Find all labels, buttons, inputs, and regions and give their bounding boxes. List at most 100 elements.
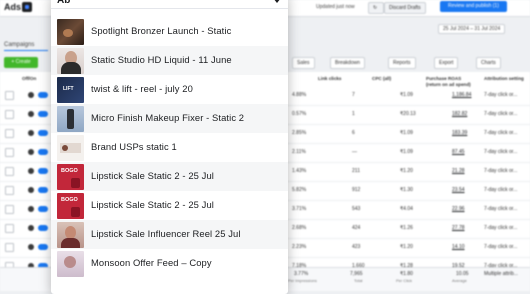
cell-attribution: 7-day click or... <box>484 111 518 117</box>
row-checkbox[interactable] <box>5 205 14 214</box>
ads-brand-label: Ads <box>4 2 22 12</box>
cell-attribution: 7-day click or... <box>484 225 518 231</box>
lift-badge-label: LIFT <box>63 86 74 92</box>
header-attribution[interactable]: Attribution setting <box>484 76 526 82</box>
on-off-toggle[interactable] <box>38 244 48 250</box>
cell-roas[interactable]: 21.28 <box>452 168 465 174</box>
on-off-toggle[interactable] <box>38 206 48 212</box>
ad-thumbnail <box>57 106 84 132</box>
cell-attribution: 7-day click or... <box>484 168 518 174</box>
cell-ctr: 4.88% <box>292 92 307 98</box>
row-checkbox[interactable] <box>5 243 14 252</box>
review-publish-button[interactable]: Review and publish (1) <box>440 1 507 12</box>
cell-link-clicks: 912 <box>352 187 361 193</box>
cell-link-clicks: 7 <box>352 92 355 98</box>
status-dot-icon <box>28 168 34 174</box>
on-off-toggle[interactable] <box>38 187 48 193</box>
dropdown-item-label: Lipstick Sale Influencer Reel 25 Jul <box>91 228 241 239</box>
status-dot-icon <box>28 225 34 231</box>
cell-cpc: ₹4.04 <box>400 206 413 212</box>
cell-link-clicks: 1 <box>352 111 355 117</box>
search-header[interactable]: Ab <box>51 0 288 9</box>
cell-ctr: 1.43% <box>292 168 307 174</box>
cell-roas[interactable]: 22.96 <box>452 206 465 212</box>
tab-campaigns[interactable]: Campaigns <box>4 42 34 48</box>
cell-attribution: 7-day click or... <box>484 187 518 193</box>
date-range-picker[interactable]: 25 Jul 2024 – 31 Jul 2024 <box>438 24 506 34</box>
charts-button[interactable]: Charts <box>476 57 501 69</box>
header-cpc[interactable]: CPC (all) <box>372 76 391 82</box>
cell-link-clicks: — <box>352 149 357 155</box>
cell-roas[interactable]: 23.54 <box>452 187 465 193</box>
cell-ctr: 2.11% <box>292 149 306 155</box>
total-pct-sub: Per Impressions <box>288 278 317 283</box>
dropdown-item[interactable]: Spotlight Bronzer Launch - Static <box>51 17 288 46</box>
ad-thumbnail: LIFT <box>57 77 84 103</box>
account-icon[interactable] <box>22 2 32 12</box>
sales-button[interactable]: Sales <box>292 57 315 69</box>
on-off-toggle[interactable] <box>38 111 48 117</box>
cell-roas[interactable]: 87.45 <box>452 149 465 155</box>
row-checkbox[interactable] <box>5 186 14 195</box>
cell-link-clicks: 423 <box>352 244 361 250</box>
cell-link-clicks: 543 <box>352 206 361 212</box>
row-checkbox[interactable] <box>5 91 14 100</box>
on-off-toggle[interactable] <box>38 225 48 231</box>
dropdown-item-label: Lipstick Sale Static 2 - 25 Jul <box>91 199 214 210</box>
dropdown-item[interactable]: Static Studio HD Liquid - 11 June <box>51 46 288 75</box>
cell-ctr: 3.71% <box>292 206 307 212</box>
status-dot-icon <box>28 92 34 98</box>
cell-link-clicks: 211 <box>352 168 360 174</box>
dropdown-item-label: Static Studio HD Liquid - 11 June <box>91 54 232 65</box>
cell-ctr: 5.82% <box>292 187 307 193</box>
dropdown-item[interactable]: Lipstick Sale Influencer Reel 25 Jul <box>51 220 288 249</box>
bogo-label: BOGO <box>61 197 78 203</box>
dropdown-item[interactable]: Brand USPs static 1 <box>51 133 288 162</box>
dropdown-item[interactable]: BOGO Lipstick Sale Static 2 - 25 Jul <box>51 191 288 220</box>
on-off-toggle[interactable] <box>38 168 48 174</box>
dropdown-item-label: Lipstick Sale Static 2 - 25 Jul <box>91 170 214 181</box>
total-cpc-sub: Per Click <box>396 278 413 283</box>
refresh-icon[interactable]: ↻ <box>368 2 384 14</box>
discard-drafts-button[interactable]: Discard Drafts <box>384 2 426 14</box>
status-dot-icon <box>28 244 34 250</box>
dropdown-item[interactable]: BOGO Lipstick Sale Static 2 - 25 Jul <box>51 162 288 191</box>
cell-roas[interactable]: 27.78 <box>452 225 465 231</box>
row-checkbox[interactable] <box>5 224 14 233</box>
reports-button[interactable]: Reports <box>388 57 416 69</box>
on-off-toggle[interactable] <box>38 92 48 98</box>
create-button[interactable]: + Create <box>4 57 38 68</box>
header-link-clicks[interactable]: Link clicks <box>318 76 342 82</box>
on-off-toggle[interactable] <box>38 149 48 155</box>
status-dot-icon <box>28 130 34 136</box>
row-checkbox[interactable] <box>5 167 14 176</box>
cell-ctr: 2.68% <box>292 225 307 231</box>
cell-roas[interactable]: 1,186.84 <box>452 92 471 98</box>
ad-thumbnail: BOGO <box>57 193 84 219</box>
row-checkbox[interactable] <box>5 148 14 157</box>
cell-cpc: ₹1.20 <box>400 244 413 250</box>
search-query[interactable]: Ab <box>57 0 70 6</box>
ad-thumbnail <box>57 48 84 74</box>
header-off-on[interactable]: Off/On <box>22 76 36 82</box>
active-tab-indicator <box>4 50 48 51</box>
cell-cpc: ₹1.09 <box>400 149 413 155</box>
row-checkbox[interactable] <box>5 129 14 138</box>
row-checkbox[interactable] <box>5 110 14 119</box>
dropdown-item[interactable]: Monsoon Offer Feed – Copy <box>51 249 288 278</box>
dropdown-item[interactable]: Micro Finish Makeup Fixer - Static 2 <box>51 104 288 133</box>
export-button[interactable]: Export <box>434 57 459 69</box>
dropdown-item[interactable]: LIFT twist & lift - reel - july 20 <box>51 75 288 104</box>
cell-attribution: 7-day click or... <box>484 92 518 98</box>
cell-link-clicks: 424 <box>352 225 361 231</box>
cell-roas[interactable]: 183.39 <box>452 130 467 136</box>
breakdown-button[interactable]: Breakdown <box>330 57 366 69</box>
on-off-toggle[interactable] <box>38 130 48 136</box>
update-status: Updated just now <box>316 4 355 10</box>
dropdown-item-label: Brand USPs static 1 <box>91 141 177 152</box>
chevron-down-icon[interactable] <box>273 0 281 3</box>
cell-ctr: 0.57% <box>292 111 307 117</box>
cell-cpc: ₹1.09 <box>400 92 413 98</box>
cell-roas[interactable]: 14.10 <box>452 244 465 250</box>
cell-roas[interactable]: 182.82 <box>452 111 467 117</box>
